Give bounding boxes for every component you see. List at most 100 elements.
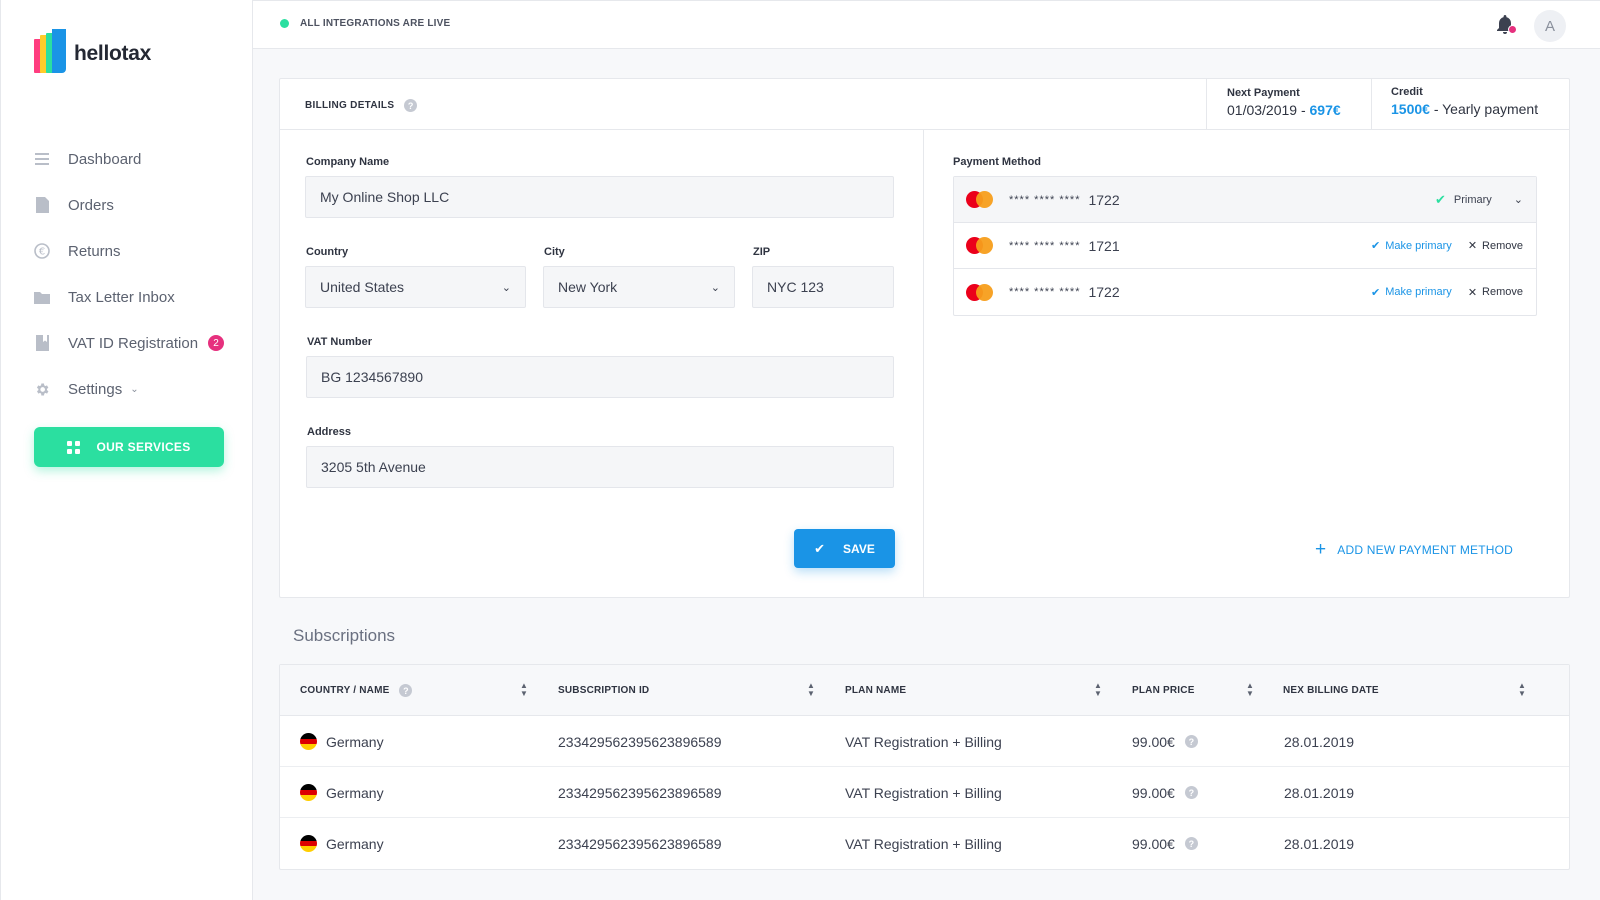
- grid-icon: [67, 440, 81, 454]
- save-button[interactable]: ✔ SAVE: [794, 529, 895, 568]
- sidebar-item-tax-letter-inbox[interactable]: Tax Letter Inbox: [34, 274, 229, 320]
- make-primary-button[interactable]: ✔ Make primary: [1371, 286, 1452, 299]
- billing-title-text: BILLING DETAILS: [305, 100, 395, 111]
- help-icon[interactable]: ?: [1184, 786, 1198, 799]
- subscriptions-title: Subscriptions: [293, 626, 396, 645]
- city-select[interactable]: New York ⌄: [543, 266, 735, 308]
- payment-card-row: **** **** **** 1721 ✔ Make primary ✕ Rem…: [954, 223, 1536, 269]
- integration-status: ALL INTEGRATIONS ARE LIVE: [280, 18, 450, 29]
- hellotax-logo-icon: [34, 29, 66, 76]
- help-icon[interactable]: ?: [404, 99, 418, 112]
- sort-icon[interactable]: ▲ ▼: [1518, 682, 1526, 698]
- notifications-button[interactable]: [1495, 14, 1517, 36]
- payment-method-label: Payment Method: [953, 156, 1042, 168]
- company-name-value: My Online Shop LLC: [320, 189, 450, 205]
- credit-note: - Yearly payment: [1429, 101, 1539, 117]
- plan-price-value: 99.00€: [1132, 733, 1175, 750]
- mastercard-icon: [966, 191, 993, 208]
- plus-icon: +: [1315, 539, 1327, 560]
- country-select[interactable]: United States ⌄: [305, 266, 526, 308]
- sidebar-item-returns[interactable]: € Returns: [34, 228, 229, 274]
- cell-plan-price: 99.00€ ?: [1132, 767, 1198, 818]
- column-divider: [923, 130, 924, 598]
- vat-number-input[interactable]: BG 1234567890: [306, 356, 894, 398]
- column-header-plan-name[interactable]: PLAN NAME: [845, 665, 906, 716]
- check-icon: ✔: [814, 540, 826, 556]
- make-primary-button[interactable]: ✔ Make primary: [1371, 239, 1452, 253]
- table-row[interactable]: Germany 233429562395623896589 VAT Regist…: [280, 818, 1569, 869]
- next-payment-date: 01/03/2019 -: [1227, 102, 1310, 118]
- address-value: 3205 5th Avenue: [321, 459, 426, 475]
- sidebar-item-label: Dashboard: [68, 150, 142, 168]
- sort-icon[interactable]: ▲ ▼: [520, 682, 528, 698]
- table-row[interactable]: Germany 233429562395623896589 VAT Regist…: [280, 716, 1569, 767]
- company-name-input[interactable]: My Online Shop LLC: [305, 176, 894, 218]
- logo[interactable]: hellotax: [34, 29, 151, 76]
- card-mask: **** **** ****: [1009, 286, 1081, 298]
- cell-subscription-id: 233429562395623896589: [558, 784, 722, 801]
- column-header-plan-price[interactable]: PLAN PRICE: [1132, 665, 1195, 716]
- mastercard-icon: [966, 283, 993, 301]
- cell-plan-name: VAT Registration + Billing: [845, 733, 1002, 750]
- folder-icon: [34, 289, 50, 305]
- our-services-button[interactable]: OUR SERVICES: [34, 427, 224, 467]
- add-payment-method-button[interactable]: + ADD NEW PAYMENT METHOD: [1315, 540, 1513, 559]
- sidebar-item-settings[interactable]: Settings ⌄: [34, 366, 229, 412]
- help-icon[interactable]: ?: [1184, 735, 1198, 748]
- integration-status-text: ALL INTEGRATIONS ARE LIVE: [300, 18, 451, 29]
- avatar[interactable]: A: [1534, 10, 1566, 42]
- cell-subscription-id: 233429562395623896589: [558, 835, 722, 852]
- payment-card-row: **** **** **** 1722 ✔ Make primary ✕ Rem…: [954, 269, 1536, 315]
- billing-header: BILLING DETAILS ? Next Payment 01/03/201…: [280, 79, 1569, 130]
- sort-icon[interactable]: ▲ ▼: [1246, 682, 1254, 698]
- next-payment-amount: 697€: [1309, 102, 1341, 118]
- column-header-subscription-id[interactable]: SUBSCRIPTION ID: [558, 665, 649, 716]
- column-header-label: PLAN NAME: [845, 685, 907, 696]
- card-last4: 1721: [1088, 237, 1120, 254]
- vat-number-label: VAT Number: [307, 336, 372, 348]
- next-payment-value: 01/03/2019 - 697€: [1227, 102, 1371, 118]
- card-mask: **** **** ****: [1009, 239, 1081, 252]
- help-icon[interactable]: ?: [399, 684, 413, 697]
- credit-summary: Credit 1500€ - Yearly payment: [1371, 79, 1571, 130]
- help-icon[interactable]: ?: [1184, 837, 1198, 850]
- logo-text: hellotax: [74, 42, 151, 65]
- sidebar-item-dashboard[interactable]: Dashboard: [34, 136, 229, 182]
- cell-plan-name: VAT Registration + Billing: [845, 835, 1002, 852]
- euro-icon: €: [34, 243, 50, 259]
- make-primary-label: Make primary: [1385, 286, 1452, 298]
- germany-flag-icon: [300, 835, 317, 852]
- chevron-down-icon[interactable]: ⌄: [1514, 193, 1523, 206]
- remove-card-button[interactable]: ✕ Remove: [1468, 286, 1523, 299]
- table-header: COUNTRY / NAME ? ▲ ▼ SUBSCRIPTION ID ▲ ▼ P…: [280, 665, 1569, 716]
- close-icon: ✕: [1467, 240, 1478, 252]
- sidebar-item-orders[interactable]: Orders: [34, 182, 229, 228]
- close-icon: ✕: [1467, 286, 1478, 299]
- menu-lines-icon: [34, 151, 50, 167]
- mastercard-icon: [966, 237, 993, 254]
- payment-card-row[interactable]: **** **** **** 1722 ✔ Primary ⌄: [954, 177, 1536, 223]
- zip-input[interactable]: NYC 123: [752, 266, 894, 308]
- sidebar-item-label: VAT ID Registration: [68, 334, 199, 352]
- table-row[interactable]: Germany 233429562395623896589 VAT Regist…: [280, 767, 1569, 818]
- credit-amount: 1500€: [1391, 101, 1430, 117]
- remove-card-button[interactable]: ✕ Remove: [1467, 239, 1523, 253]
- sort-icon[interactable]: ▲ ▼: [807, 682, 815, 698]
- cell-country: Germany: [300, 716, 384, 767]
- column-header-country[interactable]: COUNTRY / NAME ?: [300, 665, 413, 716]
- address-input[interactable]: 3205 5th Avenue: [306, 446, 894, 488]
- cell-billing-date: 28.01.2019: [1284, 733, 1355, 750]
- column-header-label: COUNTRY / NAME: [300, 685, 390, 696]
- next-payment-summary: Next Payment 01/03/2019 - 697€: [1206, 79, 1371, 130]
- sidebar-item-label: Settings: [68, 380, 123, 398]
- sidebar-item-vat-id-registration[interactable]: VAT ID Registration 2: [34, 320, 229, 366]
- sort-icon[interactable]: ▲ ▼: [1094, 682, 1102, 698]
- check-icon: ✔: [1434, 191, 1446, 207]
- card-actions: ✔ Primary ⌄: [1435, 192, 1523, 208]
- remove-label: Remove: [1482, 286, 1523, 298]
- topbar: ALL INTEGRATIONS ARE LIVE A: [253, 0, 1600, 49]
- country-name: Germany: [326, 733, 384, 750]
- germany-flag-icon: [300, 784, 317, 801]
- column-header-billing-date[interactable]: NEX BILLING DATE: [1283, 665, 1379, 716]
- card-last4: 1722: [1088, 191, 1120, 208]
